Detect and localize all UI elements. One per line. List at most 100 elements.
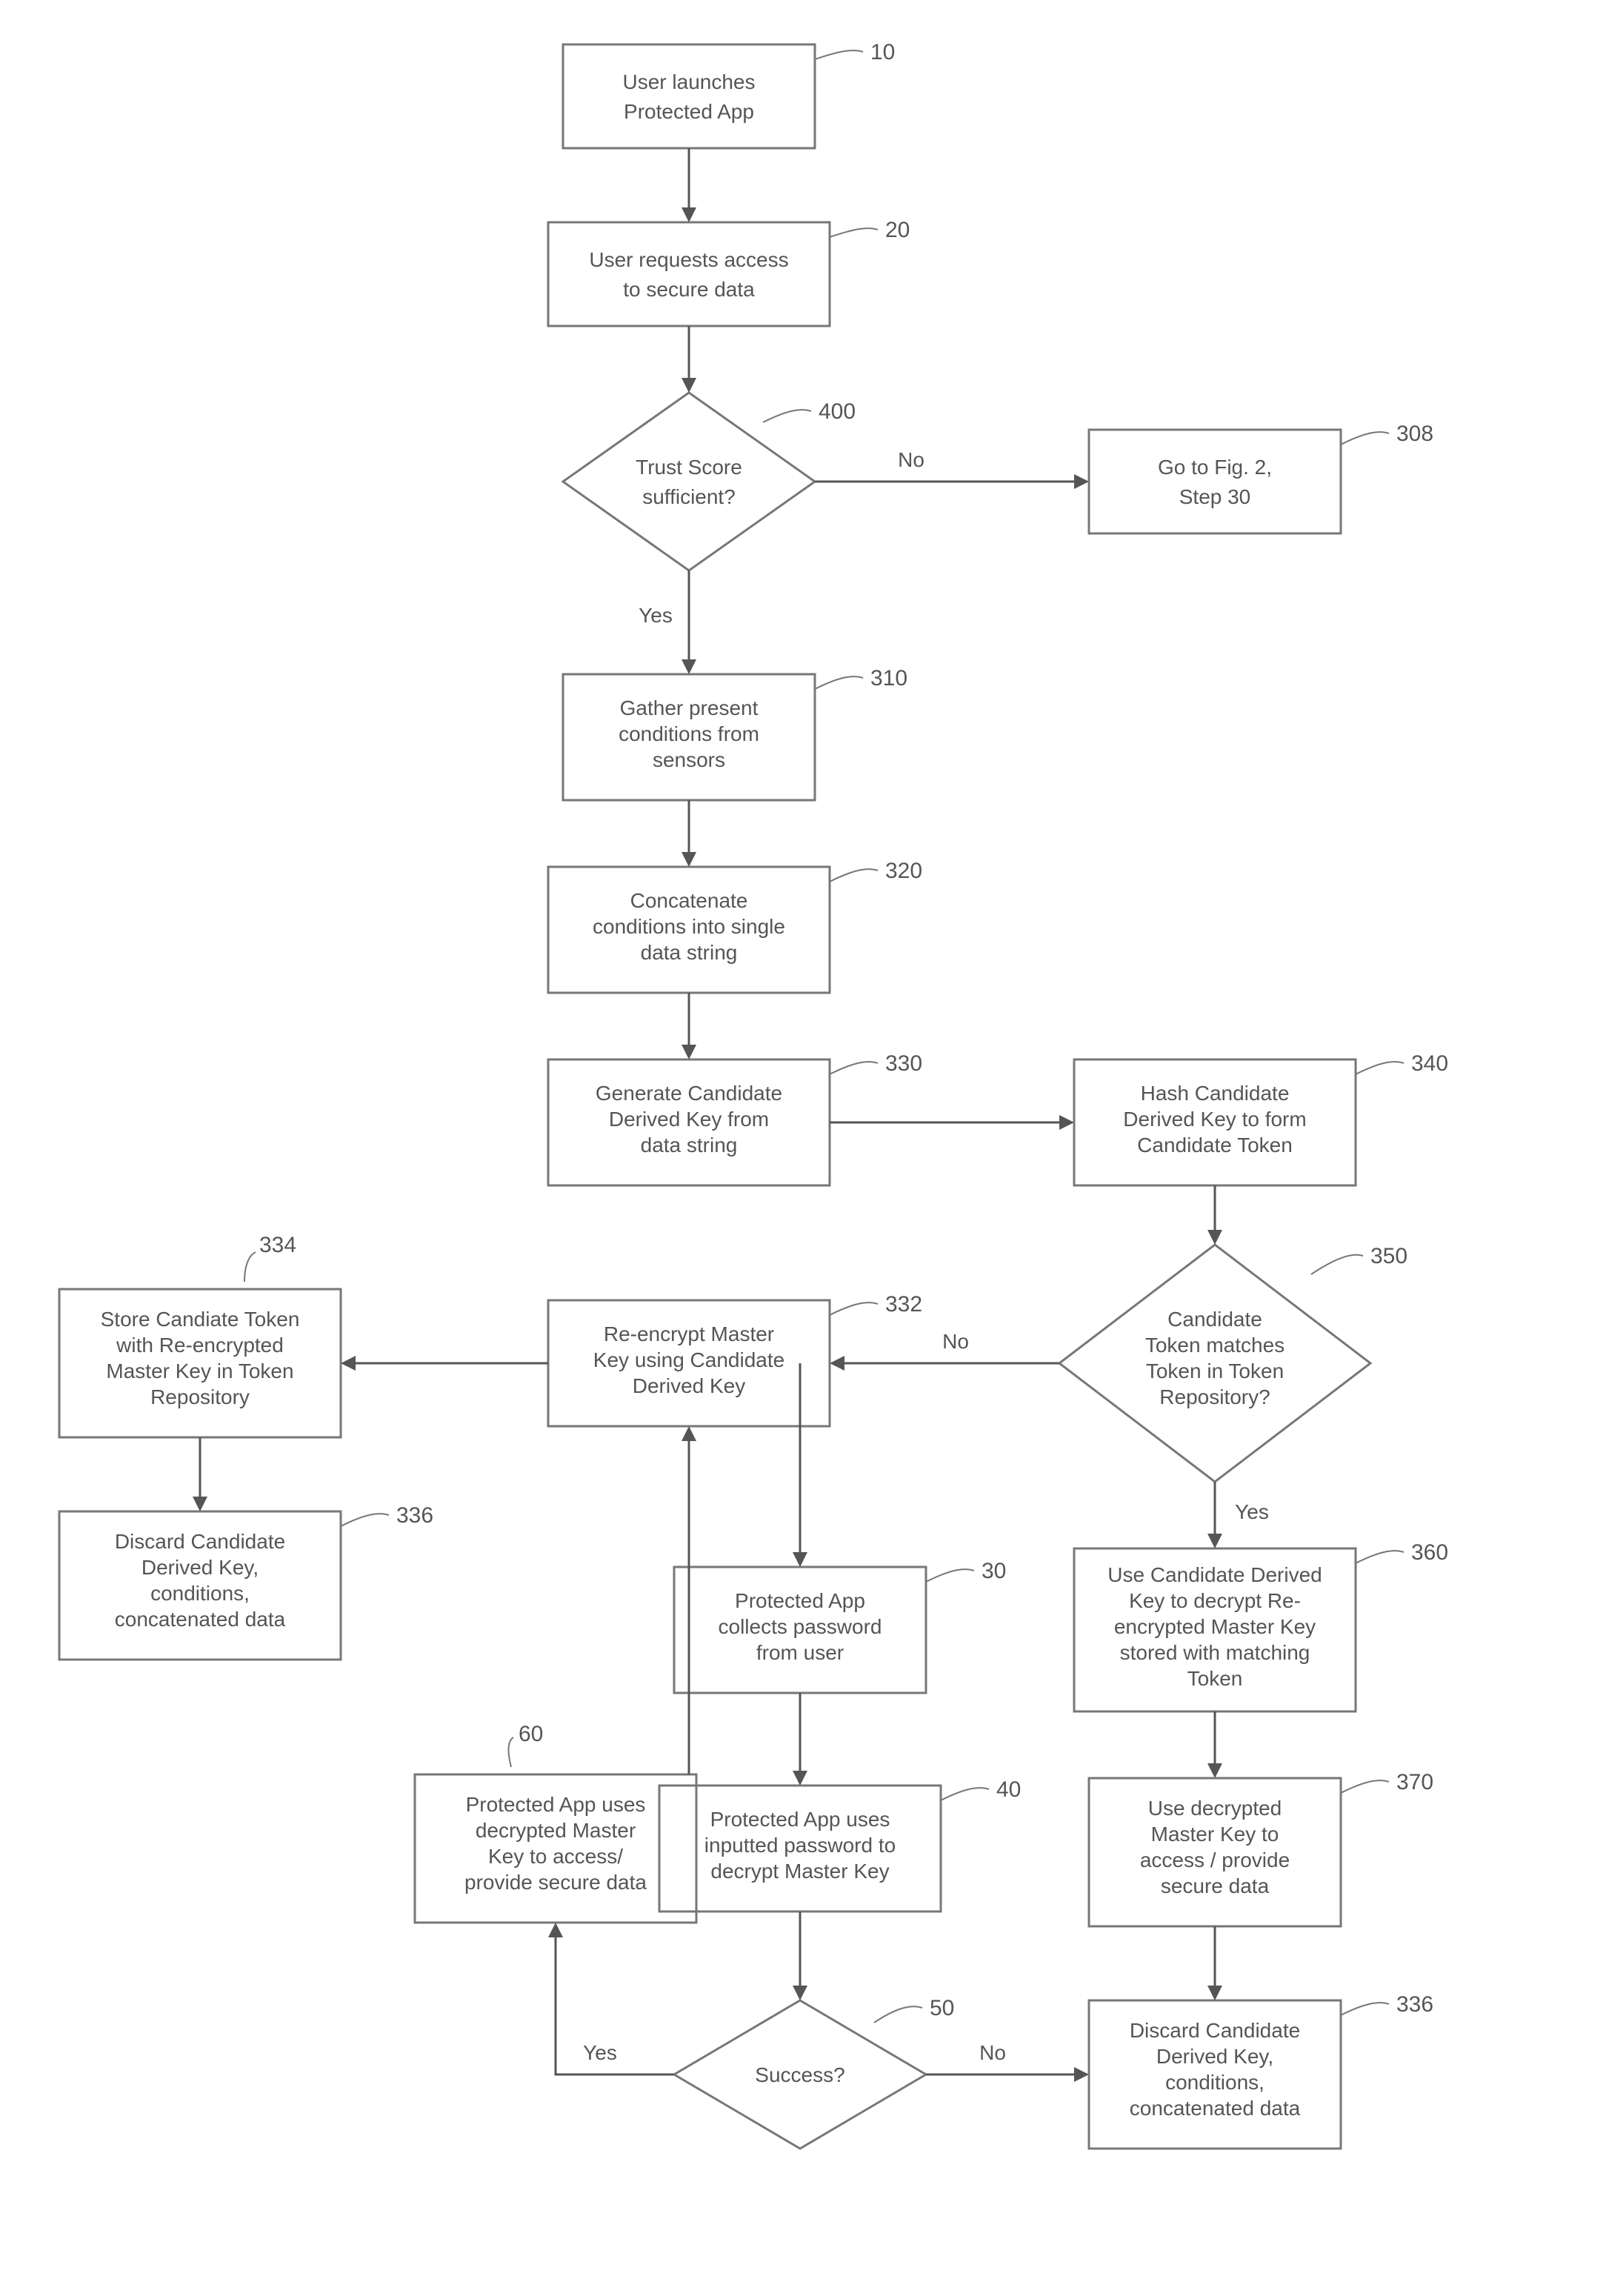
text: provide secure data: [464, 1871, 647, 1894]
text: Repository?: [1159, 1385, 1270, 1408]
text: Derived Key,: [141, 1556, 259, 1579]
node-50: Success? 50: [674, 1996, 954, 2149]
edge-40-50: [793, 1911, 807, 2000]
label: 336: [1396, 1992, 1433, 2017]
node-60: Protected App uses decrypted Master Key …: [415, 1722, 696, 1923]
node-332: Re-encrypt Master Key using Candidate De…: [548, 1292, 922, 1426]
edge-400-310: Yes: [639, 570, 696, 674]
node-320: Concatenate conditions into single data …: [548, 859, 922, 993]
text: Concatenate: [630, 889, 748, 912]
text: User requests access: [589, 248, 788, 271]
edge-340-350: [1207, 1185, 1222, 1245]
text: Generate Candidate: [596, 1082, 782, 1105]
text: Repository: [150, 1385, 250, 1408]
text: Key to access/: [488, 1845, 623, 1868]
edge-label: No: [942, 1330, 969, 1353]
node-330: Generate Candidate Derived Key from data…: [548, 1051, 922, 1185]
text: Master Key to: [1151, 1823, 1279, 1846]
label: 330: [885, 1051, 922, 1076]
text: Go to Fig. 2,: [1158, 456, 1272, 479]
flowchart: User launches Protected App 10 User requ…: [0, 0, 1606, 2296]
text: concatenated data: [115, 1608, 286, 1631]
text: decrypt Master Key: [710, 1860, 889, 1883]
node-40: Protected App uses inputted password to …: [659, 1777, 1021, 1911]
edge-label: Yes: [639, 604, 673, 627]
label: 334: [259, 1233, 296, 1257]
text: encrypted Master Key: [1114, 1615, 1316, 1638]
edge-310-320: [682, 800, 696, 867]
node-340: Hash Candidate Derived Key to form Candi…: [1074, 1051, 1448, 1185]
text: Derived Key,: [1156, 2045, 1273, 2068]
text: Token matches: [1145, 1334, 1285, 1357]
label: 332: [885, 1292, 922, 1317]
label: 40: [996, 1777, 1021, 1802]
text: Derived Key from: [609, 1108, 769, 1131]
text: Derived Key to form: [1123, 1108, 1306, 1131]
text: Hash Candidate: [1141, 1082, 1290, 1105]
node-310: Gather present conditions from sensors 3…: [563, 666, 907, 800]
text: with Re-encrypted: [116, 1334, 284, 1357]
text: decrypted Master: [476, 1819, 636, 1842]
label: 308: [1396, 422, 1433, 446]
edge-370-336b: [1207, 1926, 1222, 2000]
text: inputted password to: [704, 1834, 896, 1857]
edge-400-308: No: [815, 448, 1089, 489]
text: Protected App uses: [710, 1808, 890, 1831]
text: from user: [756, 1641, 844, 1664]
edge-label: Yes: [1235, 1500, 1269, 1523]
label: 336: [396, 1503, 433, 1528]
text: Key using Candidate: [593, 1348, 784, 1371]
label: 320: [885, 859, 922, 883]
edge-20-400: [682, 326, 696, 393]
text: Step 30: [1179, 485, 1251, 508]
label: 400: [819, 399, 856, 424]
text: User launches: [623, 70, 756, 93]
node-10: User launches Protected App 10: [563, 40, 895, 148]
edge-60-332: [682, 1426, 696, 1774]
text: Use decrypted: [1148, 1797, 1282, 1820]
node-30: Protected App collects password from use…: [674, 1559, 1006, 1693]
node-20: User requests access to secure data 20: [548, 218, 910, 326]
text: Discard Candidate: [115, 1530, 285, 1553]
text: Protected App: [624, 100, 754, 123]
edge-30-40: [793, 1693, 807, 1786]
edge-label: No: [898, 448, 924, 471]
label: 10: [870, 40, 895, 64]
text: Token: [1187, 1667, 1243, 1690]
node-350: Candidate Token matches Token in Token R…: [1059, 1244, 1407, 1482]
text: Gather present: [620, 696, 759, 719]
text: conditions,: [150, 1582, 250, 1605]
edge-332-334: [341, 1356, 548, 1371]
label: 370: [1396, 1770, 1433, 1794]
label: 50: [930, 1996, 954, 2020]
edge-330-340: [830, 1115, 1074, 1130]
text: stored with matching: [1120, 1641, 1310, 1664]
node-360: Use Candidate Derived Key to decrypt Re-…: [1074, 1540, 1448, 1711]
text: Derived Key: [633, 1374, 746, 1397]
text: concatenated data: [1130, 2097, 1301, 2120]
text: conditions from: [619, 722, 759, 745]
text: conditions,: [1165, 2071, 1265, 2094]
label: 60: [519, 1722, 543, 1746]
edge-360-370: [1207, 1711, 1222, 1778]
text: Use Candidate Derived: [1107, 1563, 1322, 1586]
text: Protected App: [735, 1589, 865, 1612]
text: collects password: [719, 1615, 882, 1638]
text: secure data: [1161, 1874, 1270, 1897]
node-336b: Discard Candidate Derived Key, condition…: [1089, 1992, 1433, 2149]
text: Key to decrypt Re-: [1129, 1589, 1301, 1612]
label: 30: [982, 1559, 1006, 1583]
label: 350: [1370, 1244, 1407, 1268]
text: data string: [641, 941, 738, 964]
edge-350no-30: [793, 1363, 807, 1567]
node-308: Go to Fig. 2, Step 30 308: [1089, 422, 1433, 533]
text: Candidate: [1167, 1308, 1262, 1331]
edge-label: Yes: [583, 2041, 617, 2064]
node-336a: Discard Candidate Derived Key, condition…: [59, 1503, 433, 1660]
text: to secure data: [623, 278, 755, 301]
text: sufficient?: [642, 485, 736, 508]
edge-320-330: [682, 993, 696, 1059]
edge-334-336a: [193, 1437, 207, 1511]
text: Store Candiate Token: [101, 1308, 300, 1331]
node-334: Store Candiate Token with Re-encrypted M…: [59, 1233, 341, 1437]
